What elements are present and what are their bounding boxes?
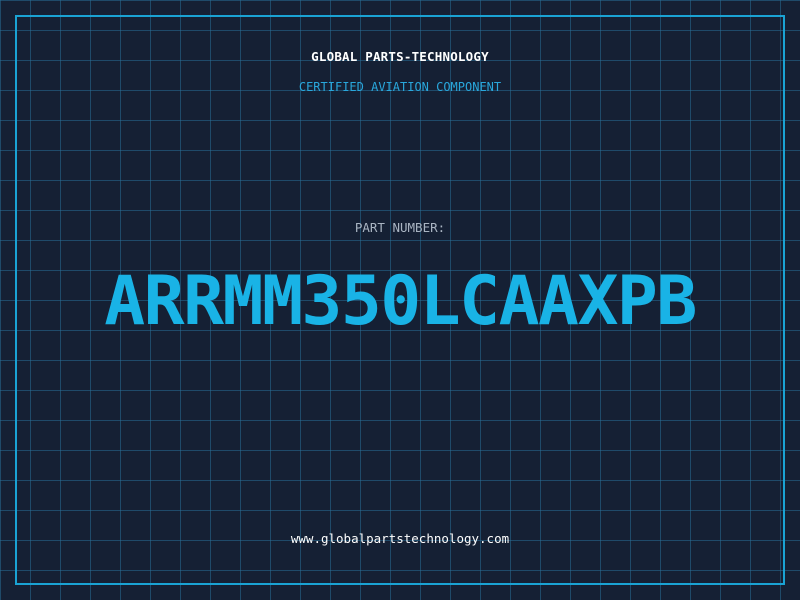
part-number-label: PART NUMBER: <box>354 220 446 235</box>
certification-subtitle: CERTIFIED AVIATION COMPONENT <box>298 80 502 94</box>
website-url: www.globalpartstechnology.com <box>290 531 510 546</box>
part-number-value: ARRMM350LCAAXPB <box>104 262 697 341</box>
part-label-card: GLOBAL PARTS-TECHNOLOGY CERTIFIED AVIATI… <box>0 0 800 600</box>
company-name: GLOBAL PARTS-TECHNOLOGY <box>311 49 489 64</box>
